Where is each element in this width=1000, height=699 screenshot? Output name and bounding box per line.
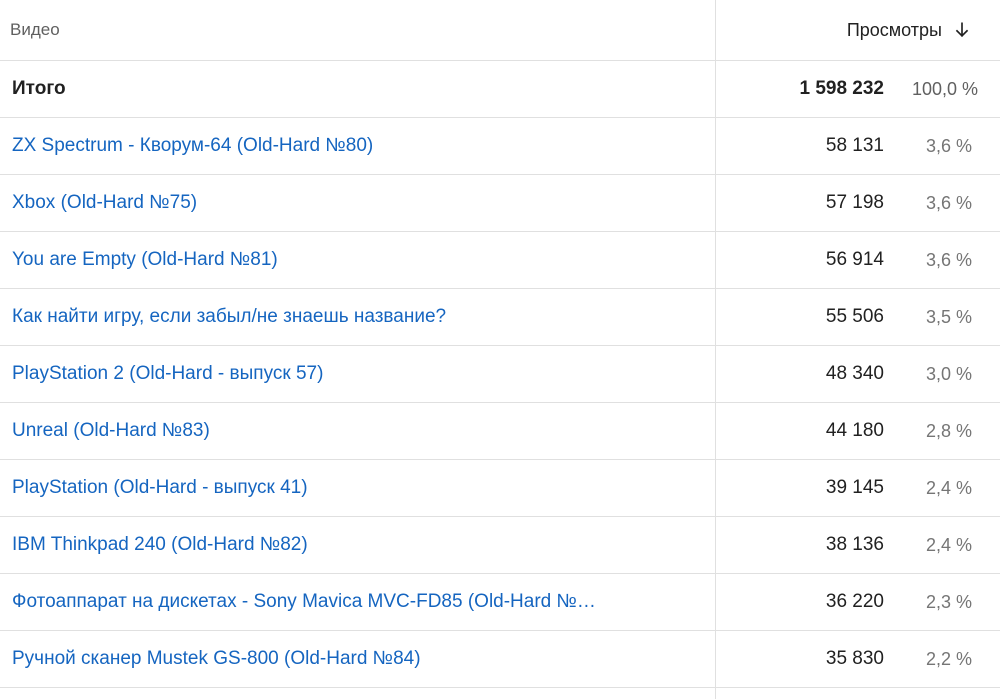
table-row: Unreal (Old-Hard №83) 44 180 2,8 % <box>0 403 1000 460</box>
video-title-cell: Xbox (Old-Hard №75) <box>12 175 702 231</box>
views-percent: 2,8 % <box>925 420 972 441</box>
views-count: 58 131 <box>825 135 884 156</box>
video-title-link[interactable]: Фотоаппарат на дискетах - Sony Mavica MV… <box>12 591 596 613</box>
video-title-link[interactable]: You are Empty (Old-Hard №81) <box>12 249 278 271</box>
views-percent: 2,2 % <box>925 648 972 669</box>
table-header: Видео Просмотры <box>0 0 1000 61</box>
video-title-cell: IBM Thinkpad 240 (Old-Hard №82) <box>12 517 702 573</box>
video-title-cell: Unreal (Old-Hard №83) <box>12 403 702 459</box>
views-percent: 3,6 % <box>925 192 972 213</box>
views-count: 39 145 <box>825 477 884 498</box>
video-title-link[interactable]: PlayStation (Old-Hard - выпуск 41) <box>12 477 308 499</box>
table-row: You are Empty (Old-Hard №81) 56 914 3,6 % <box>0 232 1000 289</box>
views-percent: 2,4 % <box>925 477 972 498</box>
video-title-cell: PlayStation (Old-Hard - выпуск 41) <box>12 460 702 516</box>
video-title-cell: ZX Spectrum - Кворум-64 (Old-Hard №80) <box>12 118 702 174</box>
video-title-link[interactable]: Как найти игру, если забыл/не знаешь наз… <box>12 306 446 328</box>
table-row: Xbox (Old-Hard №75) 57 198 3,6 % <box>0 175 1000 232</box>
video-title-cell: Фотоаппарат на дискетах - Sony Mavica MV… <box>12 574 702 630</box>
video-title-link[interactable]: IBM Thinkpad 240 (Old-Hard №82) <box>12 534 308 556</box>
views-count: 36 220 <box>825 591 884 612</box>
video-title-cell: You are Empty (Old-Hard №81) <box>12 232 702 288</box>
views-count: 57 198 <box>825 192 884 213</box>
table-row: Ручной сканер Mustek GS-800 (Old-Hard №8… <box>0 631 1000 688</box>
views-percent: 3,0 % <box>925 363 972 384</box>
total-percent: 100,0 % <box>911 78 978 99</box>
video-title-cell: Как найти игру, если забыл/не знаешь наз… <box>12 289 702 345</box>
total-row: Итого 1 598 232 100,0 % <box>0 61 1000 118</box>
video-title-link[interactable]: Xbox (Old-Hard №75) <box>12 192 197 214</box>
table-row: ZX Spectrum - Кворум-64 (Old-Hard №80) 58… <box>0 118 1000 175</box>
views-count: 55 506 <box>825 306 884 327</box>
views-count: 35 830 <box>825 648 884 669</box>
views-count: 38 136 <box>825 534 884 555</box>
total-label: Итого <box>12 78 66 99</box>
views-percent: 2,4 % <box>925 534 972 555</box>
views-count: 44 180 <box>825 420 884 441</box>
table-row: PlayStation 2 (Old-Hard - выпуск 57) 48 3… <box>0 346 1000 403</box>
views-percent: 3,5 % <box>925 306 972 327</box>
video-title-cell: Ручной сканер Mustek GS-800 (Old-Hard №8… <box>12 631 702 687</box>
arrow-down-icon[interactable] <box>952 20 972 40</box>
views-count: 48 340 <box>825 363 884 384</box>
views-column-label: Просмотры <box>846 19 942 40</box>
video-column-header: Видео <box>10 20 60 39</box>
video-stats-table: Видео Просмотры Итого 1 598 232 100,0 % … <box>0 0 1000 699</box>
video-title-link[interactable]: Ручной сканер Mustek GS-800 (Old-Hard №8… <box>12 648 421 670</box>
video-title-cell: PlayStation 2 (Old-Hard - выпуск 57) <box>12 346 702 402</box>
table-row: Фотоаппарат на дискетах - Sony Mavica MV… <box>0 574 1000 631</box>
views-percent: 3,6 % <box>925 249 972 270</box>
video-title-link[interactable]: ZX Spectrum - Кворум-64 (Old-Hard №80) <box>12 135 373 157</box>
views-column-header[interactable]: Просмотры <box>847 0 972 60</box>
video-title-link[interactable]: PlayStation 2 (Old-Hard - выпуск 57) <box>12 363 323 385</box>
video-title-link[interactable]: Unreal (Old-Hard №83) <box>12 420 210 442</box>
total-views: 1 598 232 <box>799 78 884 99</box>
table-row: Как найти игру, если забыл/не знаешь наз… <box>0 289 1000 346</box>
views-percent: 2,3 % <box>925 591 972 612</box>
table-row: IBM Thinkpad 240 (Old-Hard №82) 38 136 2,4… <box>0 517 1000 574</box>
views-percent: 3,6 % <box>925 135 972 156</box>
table-row: PlayStation (Old-Hard - выпуск 41) 39 145… <box>0 460 1000 517</box>
views-count: 56 914 <box>825 249 884 270</box>
